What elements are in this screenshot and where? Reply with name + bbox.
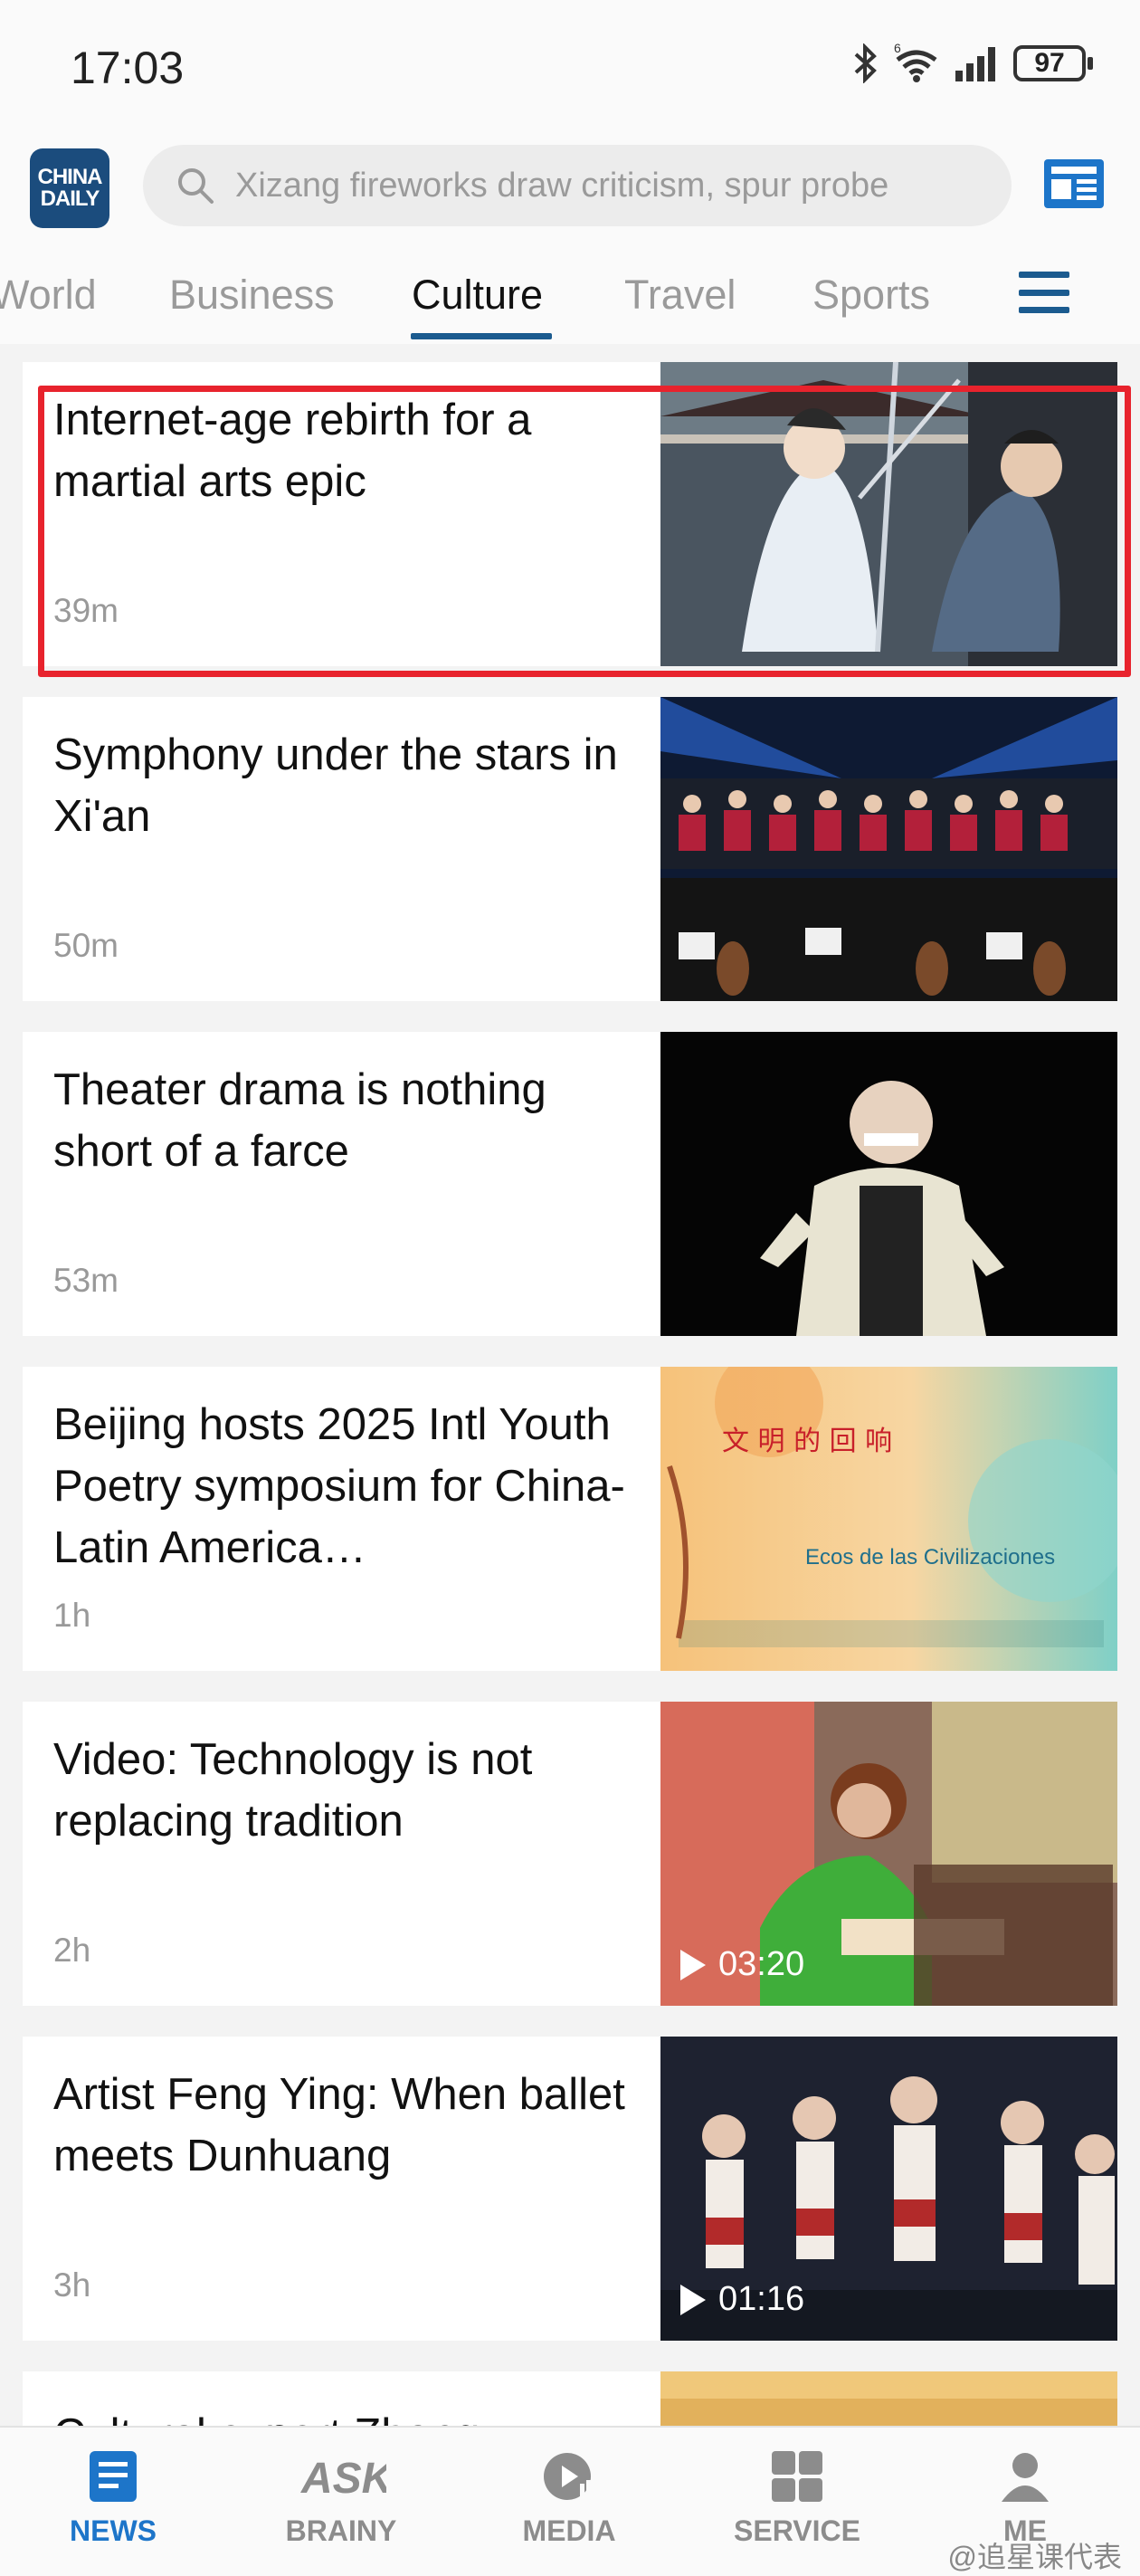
article-title: Symphony under the stars in Xi'an <box>53 730 618 841</box>
article-title: Internet-age rebirth for a martial arts … <box>53 396 532 506</box>
article-card[interactable]: Artist Feng Ying: When ballet meets Dunh… <box>23 2037 1117 2341</box>
ask-icon: ASK <box>300 2455 386 2503</box>
article-time: 3h <box>53 2266 91 2304</box>
logo-line-2: DAILY <box>40 186 100 211</box>
tab-business[interactable]: Business <box>169 272 335 319</box>
nav-brainy[interactable]: ASK BRAINY <box>251 2447 432 2548</box>
battery-indicator: 97 <box>1013 45 1093 81</box>
user-icon <box>1002 2453 1049 2502</box>
article-time: 39m <box>53 592 119 629</box>
tab-travel[interactable]: Travel <box>624 272 736 319</box>
tab-sports[interactable]: Sports <box>812 272 930 319</box>
tab-culture[interactable]: Culture <box>412 272 543 319</box>
thumbnail-cn-title: 文 明 的 回 响 <box>722 1426 892 1457</box>
nav-label: MEDIA <box>522 2514 616 2547</box>
play-icon <box>680 1949 706 1980</box>
tab-world[interactable]: World <box>0 272 97 319</box>
nav-media[interactable]: MEDIA <box>479 2447 660 2548</box>
article-thumbnail <box>660 1032 1117 1336</box>
wifi-icon: 6 <box>894 43 937 82</box>
svg-text:6: 6 <box>894 43 901 55</box>
bluetooth-icon <box>854 43 877 83</box>
nav-news[interactable]: NEWS <box>23 2447 204 2548</box>
watermark: @追星课代表 <box>947 2541 1123 2573</box>
article-card[interactable]: Beijing hosts 2025 Intl Youth Poetry sym… <box>23 1367 1117 1671</box>
video-duration-badge: 03:20 <box>680 1945 804 1984</box>
article-card[interactable]: Video: Technology is not replacing tradi… <box>23 1702 1117 2006</box>
menu-icon[interactable] <box>1019 272 1069 313</box>
article-card[interactable]: Theater drama is nothing short of a farc… <box>23 1032 1117 1336</box>
article-card[interactable]: Symphony under the stars in Xi'an 50m <box>23 697 1117 1001</box>
article-title: Video: Technology is not replacing tradi… <box>53 1735 533 1846</box>
play-icon <box>680 2284 706 2315</box>
grid-icon <box>772 2451 822 2502</box>
video-duration-badge: 01:16 <box>680 2280 804 2319</box>
svg-text:ASK: ASK <box>300 2455 386 2503</box>
news-icon <box>90 2451 137 2502</box>
article-title: Theater drama is nothing short of a farc… <box>53 1065 546 1176</box>
newspaper-icon[interactable] <box>1040 156 1107 212</box>
article-thumbnail <box>660 697 1117 1001</box>
video-thumbnail[interactable]: 01:16 <box>660 2037 1117 2341</box>
nav-service[interactable]: SERVICE <box>707 2447 888 2548</box>
nav-label: BRAINY <box>285 2514 397 2547</box>
article-feed[interactable]: Internet-age rebirth for a martial arts … <box>0 344 1140 2426</box>
china-daily-logo[interactable]: CHINA DAILY <box>30 148 109 228</box>
article-thumbnail <box>660 362 1117 666</box>
thumbnail-es-title: Ecos de las Civilizaciones <box>805 1545 1055 1569</box>
article-time: 1h <box>53 1597 91 1634</box>
nav-label: NEWS <box>70 2514 157 2547</box>
article-title: Cultural expert Zhang <box>53 2404 651 2426</box>
status-icons: 6 97 <box>852 43 1093 83</box>
logo-line-1: CHINA <box>37 165 103 189</box>
category-tabs: World Business Culture Travel Sports <box>0 244 1140 344</box>
nav-me[interactable]: ME <box>935 2447 1116 2548</box>
article-thumbnail <box>660 2371 1117 2426</box>
status-bar: 17:03 6 97 <box>0 0 1140 136</box>
play-circle-icon <box>544 2453 591 2500</box>
search-bar[interactable] <box>143 145 1012 226</box>
article-card[interactable]: Cultural expert Zhang <box>23 2371 1117 2426</box>
video-duration: 01:16 <box>718 2280 805 2318</box>
search-input[interactable] <box>233 165 979 206</box>
status-time: 17:03 <box>71 43 185 93</box>
article-time: 50m <box>53 927 119 964</box>
app-header: CHINA DAILY <box>0 136 1140 244</box>
article-card[interactable]: Internet-age rebirth for a martial arts … <box>23 362 1117 666</box>
search-icon <box>178 168 214 204</box>
video-thumbnail[interactable]: 03:20 <box>660 1702 1117 2006</box>
article-thumbnail: 文 明 的 回 响 Ecos de las Civilizaciones <box>660 1367 1117 1671</box>
article-time: 53m <box>53 1262 119 1299</box>
nav-label: SERVICE <box>734 2514 860 2547</box>
signal-icon <box>955 47 995 81</box>
article-title: Beijing hosts 2025 Intl Youth Poetry sym… <box>53 1400 625 1572</box>
article-time: 2h <box>53 1932 91 1969</box>
article-title: Artist Feng Ying: When ballet meets Dunh… <box>53 2070 625 2180</box>
video-duration: 03:20 <box>718 1945 805 1983</box>
active-tab-indicator <box>411 333 552 339</box>
